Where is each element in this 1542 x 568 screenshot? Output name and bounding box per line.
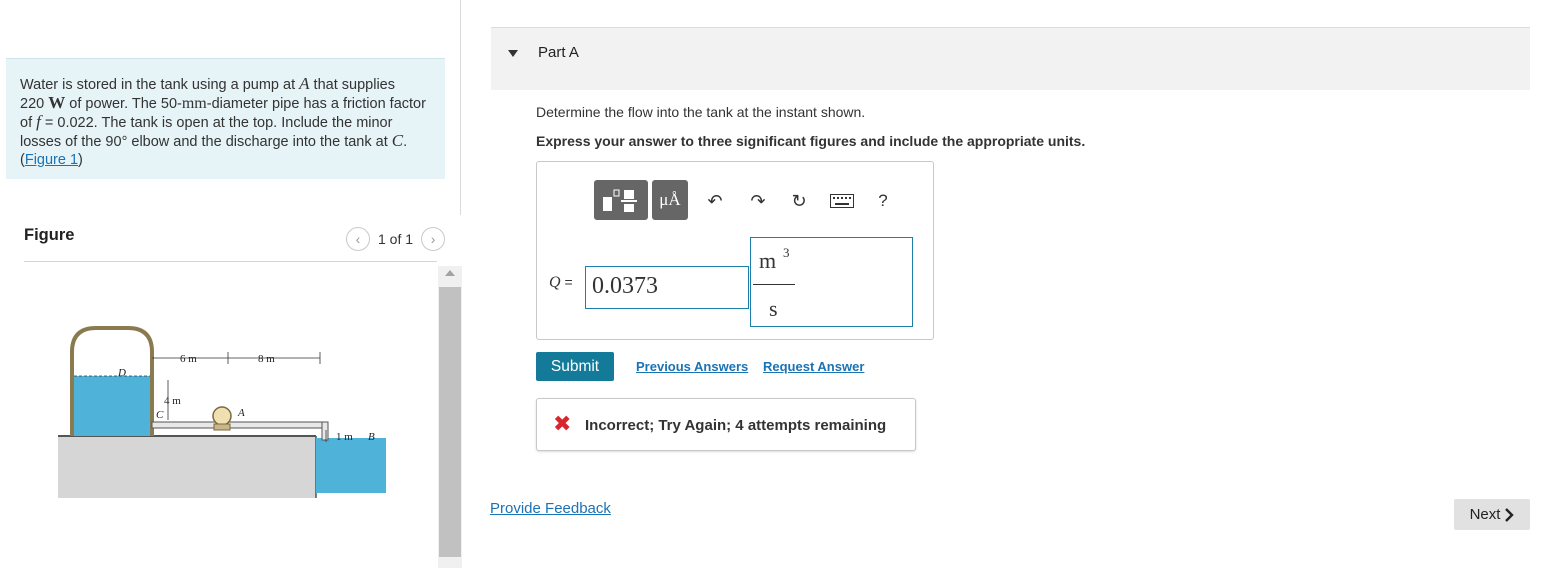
pump-point-symbol: A <box>299 74 310 93</box>
unit-numerator: m <box>759 248 777 273</box>
figure-divider <box>24 261 437 262</box>
label-1m: 1 m <box>336 431 353 443</box>
undo-icon[interactable]: ↶ <box>704 190 726 212</box>
figure-navigation: ‹ 1 of 1 › <box>346 227 446 251</box>
tank-water <box>74 376 150 436</box>
provide-feedback-link[interactable]: Provide Feedback <box>490 500 611 517</box>
collapse-caret-icon[interactable] <box>508 50 518 57</box>
problem-text-part: of power. The 50- <box>65 96 182 112</box>
next-label: Next <box>1469 506 1501 523</box>
label-d: D <box>117 367 126 379</box>
unit-denominator: s <box>769 296 778 321</box>
problem-text-part: = 0.022. The tank is open at the top. In… <box>20 115 393 150</box>
diameter-unit: mm <box>181 95 207 112</box>
instruction-text: Express your answer to three significant… <box>536 133 1086 149</box>
problem-text-part: ) <box>78 152 83 168</box>
unit-fraction-bar <box>753 284 795 285</box>
figure-counter: 1 of 1 <box>378 231 414 247</box>
part-a-header[interactable]: Part A <box>491 28 1530 90</box>
help-icon[interactable]: ? <box>872 190 894 212</box>
power-value: 220 <box>20 96 49 112</box>
reservoir-b-water <box>316 438 386 493</box>
ground-left <box>58 436 316 498</box>
equals-sign: = <box>560 274 573 290</box>
chevron-right-icon <box>1505 507 1515 522</box>
submit-button[interactable]: Submit <box>536 352 614 381</box>
problem-text: Water is stored in the tank using a pump… <box>20 75 430 169</box>
power-unit: W <box>48 93 66 112</box>
question-text: Determine the flow into the tank at the … <box>536 104 866 120</box>
templates-glyph <box>603 189 637 212</box>
label-4m: 4 m <box>164 395 181 407</box>
templates-icon[interactable] <box>594 180 648 220</box>
pipe <box>151 421 329 429</box>
label-a: A <box>237 407 245 419</box>
previous-answers-link[interactable]: Previous Answers <box>636 359 748 374</box>
figure-diagram: D 6 m 8 m 4 m C A 1 m B <box>58 326 386 498</box>
label-b: B <box>368 431 375 443</box>
feedback-message: ✖ Incorrect; Try Again; 4 attempts remai… <box>536 398 916 451</box>
chevron-right-icon[interactable]: › <box>421 227 446 251</box>
problem-text-part: that supplies <box>309 77 395 93</box>
unit-exponent: 3 <box>783 245 790 260</box>
problem-text-part: Water is stored in the tank using a pump… <box>20 77 300 93</box>
label-c: C <box>156 409 164 421</box>
keyboard-icon[interactable] <box>829 190 855 212</box>
answer-unit-input[interactable]: m 3 s <box>750 237 913 327</box>
part-title: Part A <box>538 44 579 61</box>
pane-divider <box>460 0 461 215</box>
answer-value-input[interactable]: 0.0373 <box>585 266 749 309</box>
units-icon[interactable]: μÅ <box>652 180 688 220</box>
scroll-up-arrow-icon[interactable] <box>445 270 455 276</box>
answer-variable-label: Q = <box>549 274 573 292</box>
request-answer-link[interactable]: Request Answer <box>763 359 864 374</box>
keyboard-glyph <box>830 194 854 208</box>
scrollbar-thumb[interactable] <box>439 287 461 557</box>
pipe-elbow <box>321 421 329 441</box>
pump-base <box>213 423 231 431</box>
pump-body <box>212 406 232 426</box>
reset-icon[interactable]: ↻ <box>788 190 810 212</box>
discharge-point-symbol: C <box>391 131 404 150</box>
feedback-text: Incorrect; Try Again; 4 attempts remaini… <box>585 417 887 434</box>
next-button[interactable]: Next <box>1454 499 1530 530</box>
label-6m: 6 m <box>180 353 197 365</box>
figure-heading: Figure <box>24 226 75 244</box>
label-8m: 8 m <box>258 353 275 365</box>
chevron-left-icon[interactable]: ‹ <box>346 227 370 251</box>
x-icon: ✖ <box>553 411 572 436</box>
figure-link[interactable]: Figure 1 <box>25 152 78 168</box>
answer-variable: Q <box>549 274 561 291</box>
redo-icon[interactable]: ↷ <box>747 190 769 212</box>
problem-statement-panel: Water is stored in the tank using a pump… <box>6 58 445 179</box>
